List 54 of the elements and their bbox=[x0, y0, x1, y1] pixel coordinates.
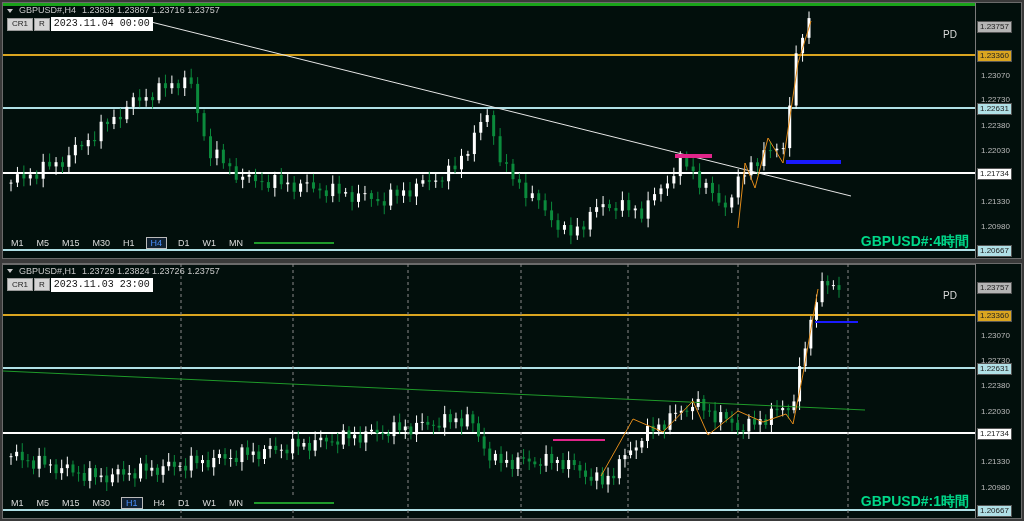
chart-caption: GBPUSD#:1時間 bbox=[858, 493, 971, 509]
axis-tick-label: 1.22730 bbox=[981, 96, 1010, 105]
timeframe-tab[interactable]: D1 bbox=[176, 497, 192, 509]
axis-tick-label: 1.22380 bbox=[981, 382, 1010, 391]
timeframe-tab[interactable]: H1 bbox=[121, 497, 143, 509]
price-label: 1.21734 bbox=[977, 428, 1012, 441]
axis-tick-label: 1.20980 bbox=[981, 223, 1010, 232]
axis-tick-label: 1.21330 bbox=[981, 458, 1010, 467]
chart-button[interactable]: CR1 bbox=[7, 17, 33, 31]
timeframe-tab[interactable]: M5 bbox=[34, 497, 52, 509]
symbol-label: GBPUSD#,H4 bbox=[19, 6, 77, 15]
timeframe-tab[interactable]: H4 bbox=[145, 236, 168, 249]
axis-tick-label: 1.22730 bbox=[981, 356, 1010, 365]
datetime-field[interactable]: 2023.11.03 23:00 bbox=[50, 277, 153, 292]
chart-button[interactable]: CR1 bbox=[7, 278, 33, 291]
price-label: 1.20667 bbox=[977, 505, 1012, 518]
ohlc-values: 1.23838 1.23867 1.23716 1.23757 bbox=[82, 6, 220, 15]
axis-tick-label: 1.22380 bbox=[981, 121, 1010, 130]
price-label: 1.22631 bbox=[977, 102, 1012, 115]
ohlc-values: 1.23729 1.23824 1.23726 1.23757 bbox=[82, 266, 220, 276]
price-label: 1.20667 bbox=[977, 245, 1012, 257]
axis-tick-label: 1.22030 bbox=[981, 147, 1010, 156]
timeframe-tab[interactable]: M5 bbox=[34, 236, 52, 249]
price-label: 1.21734 bbox=[977, 167, 1012, 180]
timeframe-tab[interactable]: M1 bbox=[9, 497, 26, 509]
price-label: 1.23360 bbox=[977, 310, 1012, 323]
axis-tick-label: 1.21330 bbox=[981, 197, 1010, 206]
axis-tick-label: 1.22030 bbox=[981, 407, 1010, 416]
price-label: 1.22631 bbox=[977, 363, 1012, 376]
axis-tick-label: 1.20980 bbox=[981, 483, 1010, 492]
marker-label: PD bbox=[943, 288, 957, 303]
price-label: 1.23757 bbox=[977, 21, 1012, 33]
timeframe-tab[interactable]: MN bbox=[227, 236, 246, 249]
marker-label: PD bbox=[943, 28, 957, 42]
datetime-field[interactable]: 2023.11.04 00:00 bbox=[50, 17, 153, 31]
symbol-label: GBPUSD#,H1 bbox=[19, 266, 77, 276]
axis-tick-label: 1.23070 bbox=[981, 332, 1010, 341]
timeframe-tab[interactable]: H4 bbox=[151, 497, 168, 509]
timeframe-tab[interactable]: D1 bbox=[176, 236, 192, 249]
timeframe-tab[interactable]: W1 bbox=[200, 497, 219, 509]
chart-button[interactable]: R bbox=[34, 17, 50, 31]
timeframe-tab[interactable]: H1 bbox=[121, 236, 137, 249]
chart-button[interactable]: R bbox=[34, 278, 50, 291]
chart-caption: GBPUSD#:4時間 bbox=[858, 232, 971, 249]
axis-tick-label: 1.23070 bbox=[981, 71, 1010, 80]
timeframe-tab[interactable]: M15 bbox=[60, 497, 82, 509]
timeframe-tab[interactable]: M1 bbox=[9, 236, 26, 249]
timeframe-tab[interactable]: M30 bbox=[90, 497, 113, 509]
price-label: 1.23757 bbox=[977, 281, 1012, 294]
timeframe-tab[interactable]: MN bbox=[227, 497, 246, 509]
timeframe-tab[interactable]: M15 bbox=[60, 236, 82, 249]
timeframe-tab[interactable]: M30 bbox=[90, 236, 113, 249]
timeframe-tab[interactable]: W1 bbox=[200, 236, 219, 249]
price-label: 1.23360 bbox=[977, 49, 1012, 62]
